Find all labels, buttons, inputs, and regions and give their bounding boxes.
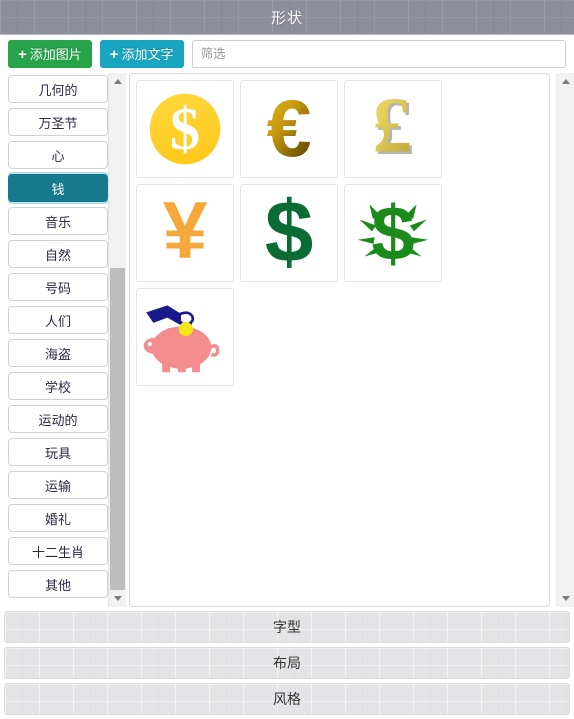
sidebar-item-15[interactable]: 其他 [8, 570, 108, 598]
sidebar-scroll-down-icon[interactable] [109, 590, 126, 607]
sidebar-item-7[interactable]: 人们 [8, 306, 108, 334]
filter-input[interactable] [191, 40, 566, 68]
category-sidebar-wrap: 几何的万圣节心钱音乐自然号码人们海盗学校运动的玩具运输婚礼十二生肖其他 [0, 73, 126, 607]
sidebar-item-2[interactable]: 心 [8, 141, 108, 169]
toolbar: + 添加图片 + 添加文字 [0, 35, 574, 73]
plus-icon: + [109, 45, 119, 63]
accordion-panel-0[interactable]: 字型 [4, 611, 570, 643]
dialog-titlebar: 形状 [0, 0, 574, 35]
green-dollar-shape[interactable]: $ [240, 184, 338, 282]
shapes-scroll-down-icon[interactable] [557, 590, 574, 607]
sidebar-item-label: 婚礼 [44, 511, 71, 527]
sidebar-item-1[interactable]: 万圣节 [8, 108, 108, 136]
svg-text:$: $ [170, 96, 200, 163]
shapes-scroll-up-icon[interactable] [557, 73, 574, 90]
shapes-dialog: 形状 + 添加图片 + 添加文字 几何的万圣节心钱音乐自然号码人们海盗学校运动的… [0, 0, 574, 719]
add-image-button[interactable]: + 添加图片 [8, 40, 92, 68]
sidebar-item-8[interactable]: 海盗 [8, 339, 108, 367]
svg-text:$: $ [372, 191, 415, 275]
sidebar-item-0[interactable]: 几何的 [8, 75, 108, 103]
sidebar-item-11[interactable]: 玩具 [8, 438, 108, 466]
sidebar-item-10[interactable]: 运动的 [8, 405, 108, 433]
sidebar-item-13[interactable]: 婚礼 [8, 504, 108, 532]
dialog-body: 几何的万圣节心钱音乐自然号码人们海盗学校运动的玩具运输婚礼十二生肖其他 [0, 73, 574, 607]
sidebar-item-label: 玩具 [44, 445, 71, 461]
accordion-panel-label: 字型 [273, 619, 301, 635]
sidebar-item-label: 音乐 [44, 214, 71, 230]
accordion-panel-2[interactable]: 风格 [4, 683, 570, 715]
add-text-button[interactable]: + 添加文字 [99, 40, 184, 68]
sidebar-item-label: 心 [51, 148, 65, 164]
category-sidebar: 几何的万圣节心钱音乐自然号码人们海盗学校运动的玩具运输婚礼十二生肖其他 [8, 73, 108, 607]
plus-icon: + [18, 45, 27, 63]
svg-text:¥: ¥ [163, 191, 208, 275]
sidebar-item-label: 运输 [44, 478, 71, 494]
add-text-label: 添加文字 [121, 46, 174, 62]
page-title: 形状 [270, 9, 303, 27]
settings-accordion: 字型 布局 风格 [0, 607, 574, 719]
gold-euro-shape[interactable]: € [240, 80, 338, 178]
sidebar-item-label: 海盗 [44, 346, 71, 362]
sidebar-scrollbar[interactable] [108, 73, 126, 607]
accordion-panel-label: 风格 [273, 691, 301, 707]
piggy-bank-shape[interactable] [136, 288, 234, 386]
sidebar-item-4[interactable]: 音乐 [8, 207, 108, 235]
shapes-area: $ € £ £ ¥ $ $ [125, 73, 556, 607]
sidebar-item-9[interactable]: 学校 [8, 372, 108, 400]
sidebar-item-label: 钱 [51, 181, 65, 197]
orange-yen-shape[interactable]: ¥ [136, 184, 234, 282]
sidebar-item-label: 其他 [44, 577, 71, 593]
sidebar-item-label: 自然 [44, 247, 71, 263]
green-shining-dollar-shape[interactable]: $ [344, 184, 442, 282]
add-image-label: 添加图片 [29, 46, 82, 62]
sidebar-item-12[interactable]: 运输 [8, 471, 108, 499]
svg-text:$: $ [265, 191, 314, 275]
sidebar-item-label: 几何的 [38, 82, 78, 98]
sidebar-item-label: 号码 [44, 280, 71, 296]
sidebar-item-6[interactable]: 号码 [8, 273, 108, 301]
sidebar-item-label: 万圣节 [38, 115, 78, 131]
sidebar-item-label: 人们 [44, 313, 71, 329]
sidebar-scroll-thumb[interactable] [110, 268, 125, 590]
sidebar-scroll-track[interactable] [109, 90, 126, 590]
svg-text:£: £ [372, 87, 411, 170]
sidebar-item-5[interactable]: 自然 [8, 240, 108, 268]
sidebar-item-label: 学校 [44, 379, 71, 395]
sidebar-item-3[interactable]: 钱 [8, 174, 108, 202]
shapes-grid: $ € £ £ ¥ $ $ [129, 73, 550, 607]
sidebar-item-label: 十二生肖 [31, 544, 84, 560]
accordion-panel-label: 布局 [273, 655, 301, 671]
accordion-panel-1[interactable]: 布局 [4, 647, 570, 679]
shapes-scroll-track[interactable] [557, 90, 574, 590]
sidebar-item-label: 运动的 [38, 412, 78, 428]
gold-pound-shape[interactable]: £ £ [344, 80, 442, 178]
sidebar-scroll-up-icon[interactable] [109, 73, 126, 90]
shapes-scrollbar[interactable] [556, 73, 574, 607]
gold-dollar-coin-shape[interactable]: $ [136, 80, 234, 178]
svg-text:€: € [267, 87, 312, 171]
sidebar-item-14[interactable]: 十二生肖 [8, 537, 108, 565]
